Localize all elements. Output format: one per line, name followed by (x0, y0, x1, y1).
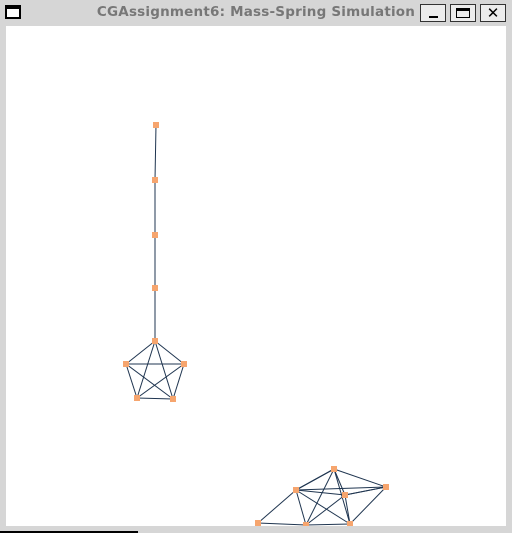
maximize-button[interactable] (450, 4, 476, 22)
mass-point (153, 122, 159, 128)
mass-point (123, 361, 129, 367)
spring-line (136, 340, 156, 399)
simulation-scene (123, 122, 389, 526)
spring-line (154, 340, 185, 365)
close-icon: ✕ (486, 4, 500, 22)
spring-line (257, 522, 307, 526)
window-menu-icon[interactable] (5, 5, 21, 19)
title-bar[interactable]: CGAssignment6: Mass-Spring Simulation ✕ (0, 0, 512, 25)
spring-line (172, 363, 185, 400)
mass-point (152, 285, 158, 291)
maximize-icon (456, 8, 470, 18)
spring-line (305, 523, 351, 526)
app-window: CGAssignment6: Mass-Spring Simulation ✕ (0, 0, 512, 533)
mass-point (342, 492, 348, 498)
mass-point (303, 522, 309, 526)
mass-point (331, 466, 337, 472)
spring-line (154, 340, 174, 400)
mass-point (152, 338, 158, 344)
spring-line (125, 340, 156, 365)
mass-point (134, 395, 140, 401)
spring-line (125, 363, 174, 400)
close-button[interactable]: ✕ (480, 4, 506, 22)
simulation-canvas[interactable] (6, 26, 506, 526)
window-title: CGAssignment6: Mass-Spring Simulation (96, 4, 416, 20)
spring-line (305, 468, 335, 526)
mass-point (181, 361, 187, 367)
mass-point (383, 484, 389, 490)
mass-point (170, 396, 176, 402)
mass-point (152, 232, 158, 238)
mass-point (152, 177, 158, 183)
spring-line (136, 363, 185, 399)
minimize-button[interactable] (420, 4, 446, 22)
minimize-icon (428, 16, 438, 18)
mass-point (255, 520, 261, 526)
spring-line (125, 363, 138, 399)
mass-point (293, 487, 299, 493)
spring-line (333, 468, 387, 488)
spring-line (257, 489, 297, 524)
spring-line (154, 124, 157, 181)
mass-point (347, 521, 353, 526)
spring-line (136, 397, 174, 400)
